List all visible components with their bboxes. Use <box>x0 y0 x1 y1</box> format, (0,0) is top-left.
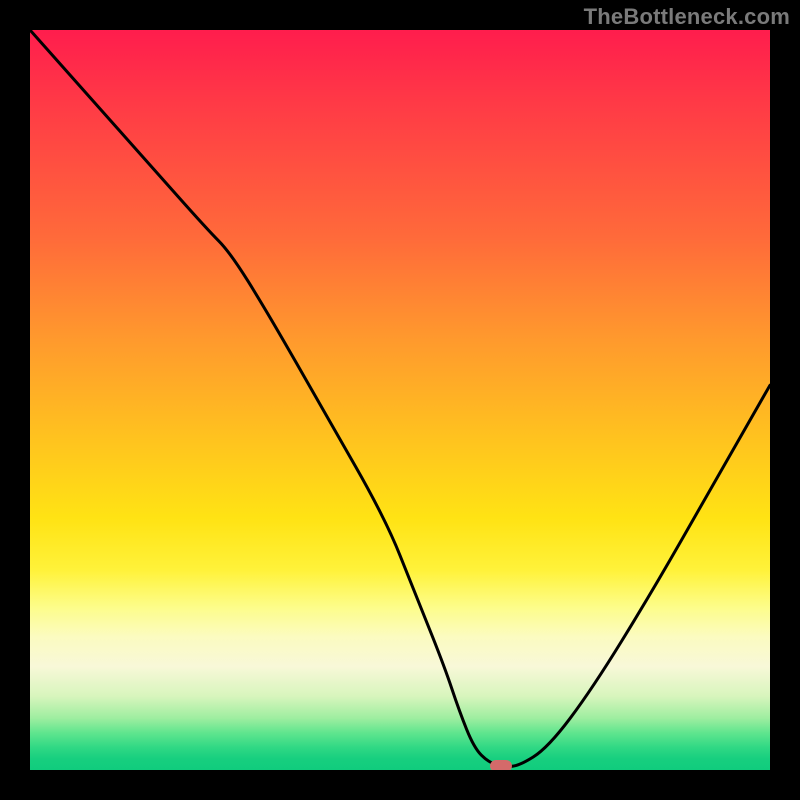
gradient-background <box>30 30 770 770</box>
chart-frame: TheBottleneck.com <box>0 0 800 800</box>
plot-area <box>30 30 770 770</box>
minimum-marker <box>490 760 512 770</box>
watermark-text: TheBottleneck.com <box>584 4 790 30</box>
